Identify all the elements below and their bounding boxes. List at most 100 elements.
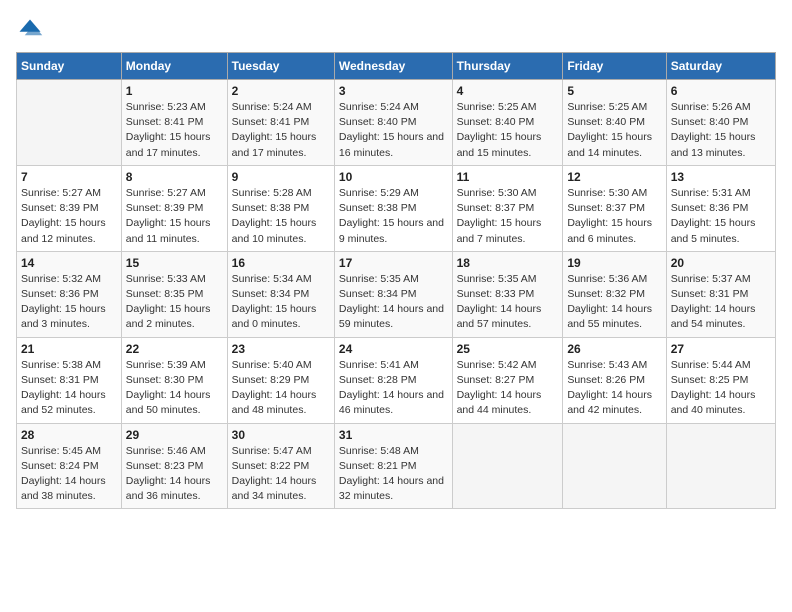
calendar-cell: 29Sunrise: 5:46 AMSunset: 8:23 PMDayligh… [121, 423, 227, 509]
day-info: Sunrise: 5:25 AMSunset: 8:40 PMDaylight:… [457, 100, 559, 161]
day-info: Sunrise: 5:44 AMSunset: 8:25 PMDaylight:… [671, 358, 771, 419]
day-number: 24 [339, 342, 448, 356]
day-number: 16 [232, 256, 330, 270]
calendar-cell [666, 423, 775, 509]
day-number: 20 [671, 256, 771, 270]
calendar-cell: 21 Sunrise: 5:38 AMSunset: 8:31 PMDayligh… [17, 337, 122, 423]
calendar-cell: 15 Sunrise: 5:33 AMSunset: 8:35 PMDayligh… [121, 251, 227, 337]
day-info: Sunrise: 5:24 AMSunset: 8:40 PMDaylight:… [339, 100, 448, 161]
week-row-5: 28 Sunrise: 5:45 AMSunset: 8:24 PMDayligh… [17, 423, 776, 509]
day-number: 9 [232, 170, 330, 184]
day-info: Sunrise: 5:30 AMSunset: 8:37 PMDaylight:… [457, 186, 559, 247]
day-info: Sunrise: 5:26 AMSunset: 8:40 PMDaylight:… [671, 100, 771, 161]
calendar-cell: 9 Sunrise: 5:28 AMSunset: 8:38 PMDaylight… [227, 165, 334, 251]
day-number: 25 [457, 342, 559, 356]
day-info: Sunrise: 5:38 AMSunset: 8:31 PMDaylight:… [21, 358, 117, 419]
header-cell-wednesday: Wednesday [334, 53, 452, 80]
day-number: 11 [457, 170, 559, 184]
day-number: 8 [126, 170, 223, 184]
day-number: 18 [457, 256, 559, 270]
header-cell-sunday: Sunday [17, 53, 122, 80]
day-info: Sunrise: 5:32 AMSunset: 8:36 PMDaylight:… [21, 272, 117, 333]
day-info: Sunrise: 5:41 AMSunset: 8:28 PMDaylight:… [339, 358, 448, 419]
calendar-cell: 27 Sunrise: 5:44 AMSunset: 8:25 PMDayligh… [666, 337, 775, 423]
calendar-cell: 31 Sunrise: 5:48 AMSunset: 8:21 PMDayligh… [334, 423, 452, 509]
day-info: Sunrise: 5:47 AMSunset: 8:22 PMDaylight:… [232, 444, 330, 505]
calendar-body: 1 Sunrise: 5:23 AMSunset: 8:41 PMDaylight… [17, 80, 776, 509]
calendar-cell: 19Sunrise: 5:36 AMSunset: 8:32 PMDayligh… [563, 251, 666, 337]
calendar-cell: 13Sunrise: 5:31 AMSunset: 8:36 PMDayligh… [666, 165, 775, 251]
header [16, 16, 776, 44]
calendar-cell: 11 Sunrise: 5:30 AMSunset: 8:37 PMDayligh… [452, 165, 563, 251]
calendar-cell [452, 423, 563, 509]
calendar-header: SundayMondayTuesdayWednesdayThursdayFrid… [17, 53, 776, 80]
day-number: 2 [232, 84, 330, 98]
logo [16, 16, 48, 44]
week-row-4: 21 Sunrise: 5:38 AMSunset: 8:31 PMDayligh… [17, 337, 776, 423]
header-cell-thursday: Thursday [452, 53, 563, 80]
day-info: Sunrise: 5:29 AMSunset: 8:38 PMDaylight:… [339, 186, 448, 247]
day-number: 26 [567, 342, 661, 356]
calendar-cell: 7 Sunrise: 5:27 AMSunset: 8:39 PMDaylight… [17, 165, 122, 251]
day-info: Sunrise: 5:46 AMSunset: 8:23 PMDaylight:… [126, 444, 223, 505]
header-row: SundayMondayTuesdayWednesdayThursdayFrid… [17, 53, 776, 80]
calendar-cell: 8 Sunrise: 5:27 AMSunset: 8:39 PMDaylight… [121, 165, 227, 251]
day-info: Sunrise: 5:34 AMSunset: 8:34 PMDaylight:… [232, 272, 330, 333]
calendar-cell: 2 Sunrise: 5:24 AMSunset: 8:41 PMDaylight… [227, 80, 334, 166]
calendar-cell: 12Sunrise: 5:30 AMSunset: 8:37 PMDayligh… [563, 165, 666, 251]
day-info: Sunrise: 5:23 AMSunset: 8:41 PMDaylight:… [126, 100, 223, 161]
day-info: Sunrise: 5:42 AMSunset: 8:27 PMDaylight:… [457, 358, 559, 419]
day-number: 3 [339, 84, 448, 98]
day-number: 28 [21, 428, 117, 442]
day-info: Sunrise: 5:36 AMSunset: 8:32 PMDaylight:… [567, 272, 661, 333]
day-number: 21 [21, 342, 117, 356]
calendar-cell: 6 Sunrise: 5:26 AMSunset: 8:40 PMDaylight… [666, 80, 775, 166]
day-number: 15 [126, 256, 223, 270]
calendar-cell: 24 Sunrise: 5:41 AMSunset: 8:28 PMDayligh… [334, 337, 452, 423]
week-row-2: 7 Sunrise: 5:27 AMSunset: 8:39 PMDaylight… [17, 165, 776, 251]
calendar-cell [17, 80, 122, 166]
week-row-3: 14Sunrise: 5:32 AMSunset: 8:36 PMDayligh… [17, 251, 776, 337]
day-info: Sunrise: 5:27 AMSunset: 8:39 PMDaylight:… [21, 186, 117, 247]
day-number: 22 [126, 342, 223, 356]
day-info: Sunrise: 5:48 AMSunset: 8:21 PMDaylight:… [339, 444, 448, 505]
day-info: Sunrise: 5:37 AMSunset: 8:31 PMDaylight:… [671, 272, 771, 333]
day-info: Sunrise: 5:35 AMSunset: 8:33 PMDaylight:… [457, 272, 559, 333]
day-info: Sunrise: 5:31 AMSunset: 8:36 PMDaylight:… [671, 186, 771, 247]
calendar-cell [563, 423, 666, 509]
calendar-cell: 10 Sunrise: 5:29 AMSunset: 8:38 PMDayligh… [334, 165, 452, 251]
header-cell-tuesday: Tuesday [227, 53, 334, 80]
day-info: Sunrise: 5:24 AMSunset: 8:41 PMDaylight:… [232, 100, 330, 161]
day-info: Sunrise: 5:39 AMSunset: 8:30 PMDaylight:… [126, 358, 223, 419]
calendar-cell: 14Sunrise: 5:32 AMSunset: 8:36 PMDayligh… [17, 251, 122, 337]
calendar-cell: 1 Sunrise: 5:23 AMSunset: 8:41 PMDaylight… [121, 80, 227, 166]
day-info: Sunrise: 5:40 AMSunset: 8:29 PMDaylight:… [232, 358, 330, 419]
day-info: Sunrise: 5:45 AMSunset: 8:24 PMDaylight:… [21, 444, 117, 505]
calendar-cell: 16 Sunrise: 5:34 AMSunset: 8:34 PMDayligh… [227, 251, 334, 337]
calendar-cell: 26Sunrise: 5:43 AMSunset: 8:26 PMDayligh… [563, 337, 666, 423]
day-info: Sunrise: 5:27 AMSunset: 8:39 PMDaylight:… [126, 186, 223, 247]
calendar-cell: 20 Sunrise: 5:37 AMSunset: 8:31 PMDayligh… [666, 251, 775, 337]
day-number: 1 [126, 84, 223, 98]
logo-icon [16, 16, 44, 44]
day-info: Sunrise: 5:28 AMSunset: 8:38 PMDaylight:… [232, 186, 330, 247]
calendar-cell: 17Sunrise: 5:35 AMSunset: 8:34 PMDayligh… [334, 251, 452, 337]
day-info: Sunrise: 5:33 AMSunset: 8:35 PMDaylight:… [126, 272, 223, 333]
day-number: 7 [21, 170, 117, 184]
day-number: 4 [457, 84, 559, 98]
week-row-1: 1 Sunrise: 5:23 AMSunset: 8:41 PMDaylight… [17, 80, 776, 166]
day-number: 12 [567, 170, 661, 184]
calendar-cell: 25 Sunrise: 5:42 AMSunset: 8:27 PMDayligh… [452, 337, 563, 423]
calendar-cell: 22 Sunrise: 5:39 AMSunset: 8:30 PMDayligh… [121, 337, 227, 423]
calendar-cell: 23Sunrise: 5:40 AMSunset: 8:29 PMDayligh… [227, 337, 334, 423]
calendar-cell: 28 Sunrise: 5:45 AMSunset: 8:24 PMDayligh… [17, 423, 122, 509]
header-cell-friday: Friday [563, 53, 666, 80]
day-number: 10 [339, 170, 448, 184]
day-number: 27 [671, 342, 771, 356]
day-number: 17 [339, 256, 448, 270]
day-number: 6 [671, 84, 771, 98]
calendar-cell: 3 Sunrise: 5:24 AMSunset: 8:40 PMDaylight… [334, 80, 452, 166]
calendar-cell: 5Sunrise: 5:25 AMSunset: 8:40 PMDaylight… [563, 80, 666, 166]
day-number: 31 [339, 428, 448, 442]
calendar-cell: 18 Sunrise: 5:35 AMSunset: 8:33 PMDayligh… [452, 251, 563, 337]
